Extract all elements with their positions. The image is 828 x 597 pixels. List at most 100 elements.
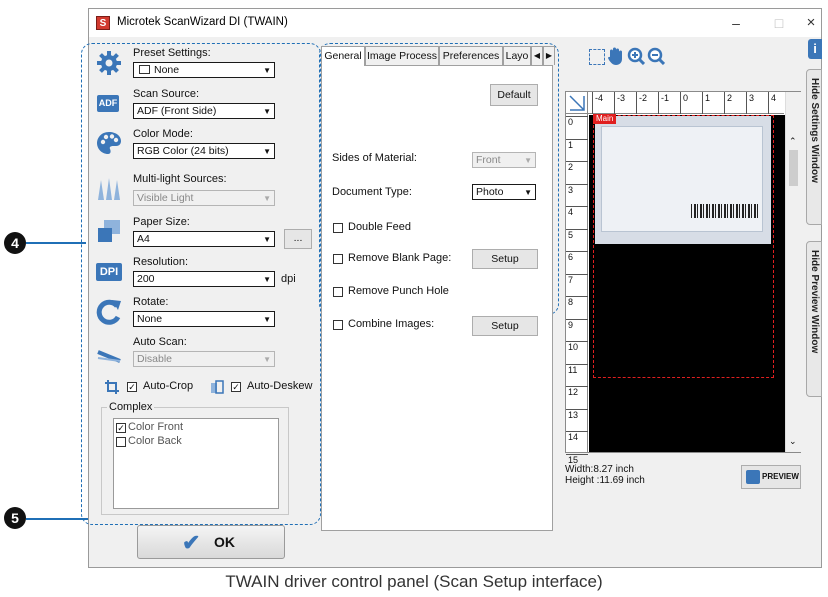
- hide-settings-label: Hide Settings Window: [809, 78, 820, 183]
- maximize-button[interactable]: □: [769, 13, 789, 33]
- ruler-left-tick: 7: [566, 273, 588, 286]
- hand-tool-icon[interactable]: [607, 46, 625, 66]
- preset-select[interactable]: None ▼: [133, 62, 275, 78]
- resolution-select[interactable]: 200 ▼: [133, 271, 275, 287]
- scroll-down-icon[interactable]: ⌄: [789, 436, 797, 447]
- sides-of-material-value: Front: [476, 154, 501, 166]
- sides-of-material-select[interactable]: Front ▼: [472, 152, 536, 168]
- ruler-top-tick: -2: [636, 92, 647, 114]
- close-button[interactable]: ×: [801, 13, 821, 33]
- chevron-down-icon: ▼: [524, 188, 532, 197]
- auto-crop-checkbox[interactable]: ✓: [127, 382, 137, 392]
- tab-strip: General Image Process Preferences Layo ◀…: [321, 46, 555, 66]
- auto-scan-select[interactable]: Disable ▼: [133, 351, 275, 367]
- ruler-top-tick: 3: [746, 92, 754, 114]
- chevron-down-icon: ▼: [263, 194, 271, 203]
- ruler-left-tick: 2: [566, 161, 588, 173]
- scan-source-select[interactable]: ADF (Front Side) ▼: [133, 103, 275, 119]
- multi-light-select[interactable]: Visible Light ▼: [133, 190, 275, 206]
- tab-scroll-right-icon[interactable]: ▶: [543, 46, 555, 65]
- ruler-left-tick: 4: [566, 206, 588, 218]
- scroll-thumb[interactable]: [789, 150, 798, 186]
- minimize-button[interactable]: –: [726, 13, 746, 33]
- document-type-select[interactable]: Photo ▼: [472, 184, 536, 200]
- color-back-checkbox[interactable]: [116, 437, 126, 447]
- scan-canvas[interactable]: Main: [589, 114, 785, 452]
- ruler-top-tick: -1: [658, 92, 669, 114]
- scroll-up-icon[interactable]: ⌃: [789, 136, 797, 147]
- main-frame-tag: Main: [593, 114, 617, 124]
- double-feed-checkbox[interactable]: [333, 223, 343, 233]
- deskew-icon: [210, 380, 224, 394]
- preview-scrollbar[interactable]: ⌃ ⌄: [785, 92, 801, 452]
- ruler-top: -4 -3 -2 -1 0 1 2 3 4: [588, 92, 784, 114]
- main-scan-frame[interactable]: [593, 115, 774, 378]
- ruler-left-tick: 10: [566, 341, 588, 353]
- zoom-out-icon[interactable]: [647, 47, 666, 66]
- ruler-left-tick: 8: [566, 296, 588, 308]
- color-back-label: Color Back: [128, 435, 182, 447]
- color-front-checkbox[interactable]: ✓: [116, 423, 126, 433]
- color-front-label: Color Front: [128, 421, 184, 433]
- chevron-down-icon: ▼: [524, 156, 532, 165]
- chevron-down-icon: ▼: [263, 66, 271, 75]
- info-icon[interactable]: i: [808, 39, 822, 59]
- figure-caption: TWAIN driver control panel (Scan Setup i…: [225, 572, 603, 591]
- ruler-left-tick: 5: [566, 228, 588, 241]
- complex-title: Complex: [107, 401, 155, 413]
- hide-preview-label: Hide Preview Window: [809, 250, 820, 354]
- tab-general[interactable]: General: [321, 46, 365, 66]
- preset-label: Preset Settings:: [133, 47, 211, 59]
- adf-icon-text: ADF: [97, 95, 119, 112]
- auto-deskew-label: Auto-Deskew: [247, 380, 313, 392]
- callout-line-4: [26, 242, 86, 244]
- hide-settings-tab[interactable]: Hide Settings Window: [806, 69, 822, 225]
- chevron-down-icon: ▼: [263, 147, 271, 156]
- app-icon: S: [96, 16, 110, 30]
- remove-blank-setup-button[interactable]: Setup: [472, 249, 538, 269]
- resolution-unit: dpi: [281, 273, 296, 285]
- tab-layout[interactable]: Layo: [503, 46, 531, 65]
- window-title: Microtek ScanWizard DI (TWAIN): [117, 16, 288, 28]
- paper-size-select[interactable]: A4 ▼: [133, 231, 275, 247]
- auto-crop-label: Auto-Crop: [143, 380, 194, 392]
- combine-images-checkbox[interactable]: [333, 320, 343, 330]
- adf-icon: ADF: [95, 89, 123, 117]
- combine-images-label: Combine Images:: [348, 318, 435, 330]
- paper-size-label: Paper Size:: [133, 216, 190, 228]
- rotate-label: Rotate:: [133, 296, 169, 308]
- default-button[interactable]: Default: [490, 84, 538, 106]
- tab-preferences[interactable]: Preferences: [439, 46, 503, 65]
- preset-value: None: [154, 64, 180, 76]
- chevron-down-icon: ▼: [263, 275, 271, 284]
- resolution-label: Resolution:: [133, 256, 189, 268]
- combine-images-setup-button[interactable]: Setup: [472, 316, 538, 336]
- scanwizard-window: S Microtek ScanWizard DI (TWAIN) – □ × P…: [81, 8, 822, 568]
- rotate-select[interactable]: None ▼: [133, 311, 275, 327]
- paper-size-more-button[interactable]: ...: [284, 229, 312, 249]
- ruler-top-tick: 2: [724, 92, 732, 114]
- resolution-value: 200: [137, 273, 155, 285]
- auto-deskew-checkbox[interactable]: ✓: [231, 382, 241, 392]
- hide-preview-tab[interactable]: Hide Preview Window: [806, 241, 822, 397]
- tab-image-process[interactable]: Image Process: [365, 46, 439, 65]
- chevron-down-icon: ▼: [263, 315, 271, 324]
- select-area-tool-icon[interactable]: [589, 49, 605, 65]
- callout-marker-5: 5: [4, 507, 26, 529]
- tab-scroll-left-icon[interactable]: ◀: [531, 46, 543, 65]
- auto-scan-label: Auto Scan:: [133, 336, 187, 348]
- color-mode-label: Color Mode:: [133, 128, 193, 140]
- rotate-value: None: [137, 313, 163, 325]
- remove-punch-checkbox[interactable]: [333, 287, 343, 297]
- width-readout: Width:8.27 inch: [565, 464, 634, 475]
- zoom-in-icon[interactable]: [627, 47, 646, 66]
- remove-blank-checkbox[interactable]: [333, 254, 343, 264]
- color-mode-select[interactable]: RGB Color (24 bits) ▼: [133, 143, 275, 159]
- color-mode-value: RGB Color (24 bits): [137, 145, 229, 157]
- ruler-left-tick: 13: [566, 408, 588, 421]
- remove-punch-label: Remove Punch Hole: [348, 285, 449, 297]
- ok-button[interactable]: ✔ OK: [137, 525, 285, 559]
- preview-button[interactable]: PREVIEW: [741, 465, 801, 489]
- paper-size-icon: [95, 217, 123, 245]
- ruler-left-tick: 14: [566, 431, 588, 443]
